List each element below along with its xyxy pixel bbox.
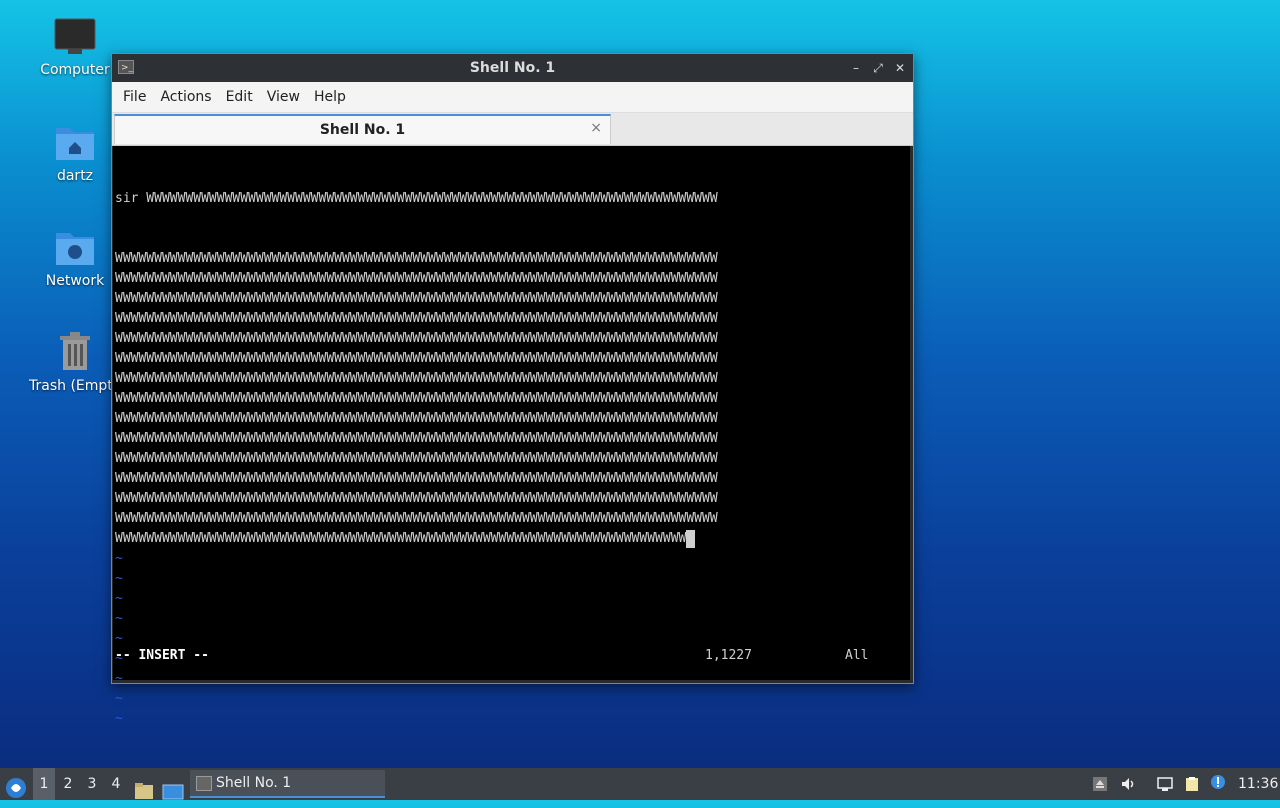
empty-line-tilde: ~ [115,671,123,686]
terminal-window: >_ Shell No. 1 – ⤢ ✕ File Actions Edit V… [111,53,914,726]
computer-icon [54,18,96,54]
desktop-icon-computer[interactable]: Computer [25,18,125,78]
window-titlebar[interactable]: >_ Shell No. 1 – ⤢ ✕ [112,54,913,82]
network-icon[interactable] [1157,776,1173,792]
terminal-area[interactable]: sir WWWWWWWWWWWWWWWWWWWWWWWWWWWWWWWWWWWW… [113,146,910,726]
workspace-2[interactable]: 2 [57,768,79,800]
terminal-line: WWWWWWWWWWWWWWWWWWWWWWWWWWWWWWWWWWWWWWWW… [115,391,718,406]
app-menu-icon[interactable] [4,772,28,804]
workspace-1[interactable]: 1 [33,768,55,800]
desktop-icon-label: Computer [40,62,110,78]
terminal-line: sir WWWWWWWWWWWWWWWWWWWWWWWWWWWWWWWWWWWW… [115,191,718,206]
vim-mode: -- INSERT -- [115,648,209,663]
cursor-position: 1,1227 [705,648,752,663]
terminal-line-text: WWWWWWWWWWWWWWWWWWWWWWWWWWWWWWWWWWWWWWWW… [115,531,687,546]
empty-line-tilde: ~ [115,591,123,606]
minimize-button[interactable]: – [849,61,863,75]
terminal-line: WWWWWWWWWWWWWWWWWWWWWWWWWWWWWWWWWWWWWWWW… [115,431,718,446]
window-title: Shell No. 1 [469,60,556,76]
terminal-line: WWWWWWWWWWWWWWWWWWWWWWWWWWWWWWWWWWWWWWWW… [115,529,718,549]
terminal-line: WWWWWWWWWWWWWWWWWWWWWWWWWWWWWWWWWWWWWWWW… [115,251,718,266]
tab-shell-1[interactable]: Shell No. 1 × [114,114,611,144]
desktop-icon-network[interactable]: Network [25,227,125,289]
show-desktop-icon[interactable] [162,776,184,808]
desktop-icon-trash[interactable]: Trash (Empty) [25,330,125,394]
terminal-line: WWWWWWWWWWWWWWWWWWWWWWWWWWWWWWWWWWWWWWWW… [115,451,718,466]
vim-status-line: -- INSERT -- 1,1227 All [115,646,905,666]
terminal-line: WWWWWWWWWWWWWWWWWWWWWWWWWWWWWWWWWWWWWWWW… [115,291,718,306]
terminal-line: WWWWWWWWWWWWWWWWWWWWWWWWWWWWWWWWWWWWWWWW… [115,351,718,366]
desktop-icon-label: dartz [56,168,94,184]
file-manager-icon[interactable] [134,775,154,807]
terminal-line: WWWWWWWWWWWWWWWWWWWWWWWWWWWWWWWWWWWWWWWW… [115,491,718,506]
menu-view[interactable]: View [260,89,307,105]
menubar: File Actions Edit View Help [112,82,913,113]
terminal-line: WWWWWWWWWWWWWWWWWWWWWWWWWWWWWWWWWWWWWWWW… [115,331,718,346]
desktop-icon-label: Network [45,273,105,289]
task-label: Shell No. 1 [216,775,292,791]
eject-icon[interactable] [1092,776,1108,792]
clock[interactable]: 11:36 [1238,768,1278,800]
tab-label: Shell No. 1 [319,122,406,138]
terminal-line: WWWWWWWWWWWWWWWWWWWWWWWWWWWWWWWWWWWWWWWW… [115,511,718,526]
terminal-line: WWWWWWWWWWWWWWWWWWWWWWWWWWWWWWWWWWWWWWWW… [115,471,718,486]
empty-line-tilde: ~ [115,691,123,706]
clipboard-icon[interactable] [1184,776,1200,792]
terminal-line: WWWWWWWWWWWWWWWWWWWWWWWWWWWWWWWWWWWWWWWW… [115,311,718,326]
volume-icon[interactable] [1120,776,1136,792]
empty-line-tilde: ~ [115,551,123,566]
menu-edit[interactable]: Edit [219,89,260,105]
empty-line-tilde: ~ [115,711,123,726]
notification-icon[interactable] [1210,774,1226,790]
terminal-line: WWWWWWWWWWWWWWWWWWWWWWWWWWWWWWWWWWWWWWWW… [115,271,718,286]
maximize-button[interactable]: ⤢ [871,61,885,76]
terminal-line: WWWWWWWWWWWWWWWWWWWWWWWWWWWWWWWWWWWWWWWW… [115,411,718,426]
trash-icon [60,332,90,370]
tab-close-icon[interactable]: × [590,120,602,136]
menu-file[interactable]: File [116,89,153,105]
text-cursor [686,530,696,548]
network-folder-icon [56,233,94,265]
close-button[interactable]: ✕ [893,61,907,75]
desktop-icon-dartz[interactable]: dartz [25,122,125,184]
menu-help[interactable]: Help [307,89,353,105]
menu-actions[interactable]: Actions [153,89,218,105]
workspace-3[interactable]: 3 [81,768,103,800]
tab-bar: Shell No. 1 × [112,113,913,146]
home-folder-icon [56,128,94,160]
taskbar: 1 2 3 4 Shell No. 1 11:36 [0,768,1280,800]
desktop-icon-label: Trash (Empty) [29,378,114,394]
scroll-indicator: All [845,648,869,663]
terminal-text: sir WWWWWWWWWWWWWWWWWWWWWWWWWWWWWWWWWWWW… [115,149,718,729]
task-shell-1[interactable]: Shell No. 1 [190,770,385,798]
empty-line-tilde: ~ [115,611,123,626]
terminal-line: WWWWWWWWWWWWWWWWWWWWWWWWWWWWWWWWWWWWWWWW… [115,371,718,386]
workspace-4[interactable]: 4 [105,768,127,800]
terminal-icon [196,776,212,791]
empty-line-tilde: ~ [115,571,123,586]
